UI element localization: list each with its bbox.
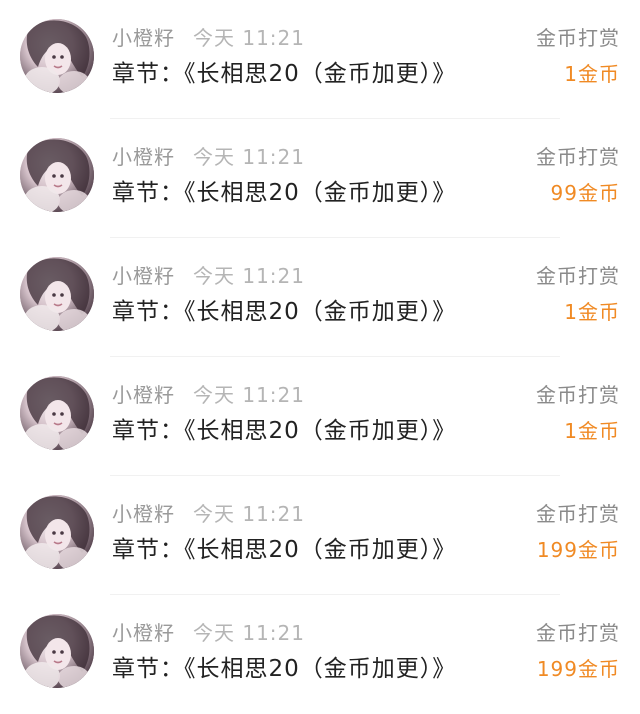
user-avatar-icon[interactable] <box>20 495 94 569</box>
user-avatar-icon[interactable] <box>20 19 94 93</box>
reward-record-row[interactable]: 小橙籽 今天 11:21 章节：《长相思20（金币加更）》 金币打赏 1金币 <box>0 238 640 357</box>
user-name[interactable]: 小橙籽 <box>112 24 175 52</box>
reward-amount: 1金币 <box>564 419 620 443</box>
reward-type-label: 金币打赏 <box>536 383 620 407</box>
chapter-title: 章节：《长相思20（金币加更）》 <box>112 537 457 563</box>
user-avatar-icon[interactable] <box>20 376 94 450</box>
reward-record-row[interactable]: 小橙籽 今天 11:21 章节：《长相思20（金币加更）》 金币打赏 199金币 <box>0 476 640 595</box>
reward-amount: 1金币 <box>564 300 620 324</box>
reward-record-row[interactable]: 小橙籽 今天 11:21 章节：《长相思20（金币加更）》 金币打赏 1金币 <box>0 357 640 476</box>
chapter-title: 章节：《长相思20（金币加更）》 <box>112 180 457 206</box>
reward-record-row[interactable]: 小橙籽 今天 11:21 章节：《长相思20（金币加更）》 金币打赏 1金币 <box>0 0 640 119</box>
user-name[interactable]: 小橙籽 <box>112 262 175 290</box>
reward-time: 今天 11:21 <box>193 383 305 407</box>
reward-time: 今天 11:21 <box>193 264 305 288</box>
reward-record-row[interactable]: 小橙籽 今天 11:21 章节：《长相思20（金币加更）》 金币打赏 199金币 <box>0 595 640 714</box>
reward-time: 今天 11:21 <box>193 145 305 169</box>
reward-amount: 199金币 <box>536 657 620 681</box>
chapter-title: 章节：《长相思20（金币加更）》 <box>112 418 457 444</box>
user-avatar-icon[interactable] <box>20 614 94 688</box>
reward-record-list: 小橙籽 今天 11:21 章节：《长相思20（金币加更）》 金币打赏 1金币 小… <box>0 0 640 700</box>
user-name[interactable]: 小橙籽 <box>112 500 175 528</box>
user-avatar-icon[interactable] <box>20 138 94 212</box>
reward-type-label: 金币打赏 <box>536 264 620 288</box>
reward-type-label: 金币打赏 <box>536 621 620 645</box>
reward-time: 今天 11:21 <box>193 621 305 645</box>
reward-type-label: 金币打赏 <box>536 26 620 50</box>
user-avatar-icon[interactable] <box>20 257 94 331</box>
chapter-title: 章节：《长相思20（金币加更）》 <box>112 61 457 87</box>
reward-amount: 199金币 <box>536 538 620 562</box>
reward-record-row[interactable]: 小橙籽 今天 11:21 章节：《长相思20（金币加更）》 金币打赏 99金币 <box>0 119 640 238</box>
chapter-title: 章节：《长相思20（金币加更）》 <box>112 656 457 682</box>
reward-amount: 99金币 <box>550 181 620 205</box>
reward-time: 今天 11:21 <box>193 26 305 50</box>
reward-type-label: 金币打赏 <box>536 145 620 169</box>
reward-type-label: 金币打赏 <box>536 502 620 526</box>
chapter-title: 章节：《长相思20（金币加更）》 <box>112 299 457 325</box>
user-name[interactable]: 小橙籽 <box>112 143 175 171</box>
user-name[interactable]: 小橙籽 <box>112 619 175 647</box>
reward-time: 今天 11:21 <box>193 502 305 526</box>
user-name[interactable]: 小橙籽 <box>112 381 175 409</box>
reward-amount: 1金币 <box>564 62 620 86</box>
